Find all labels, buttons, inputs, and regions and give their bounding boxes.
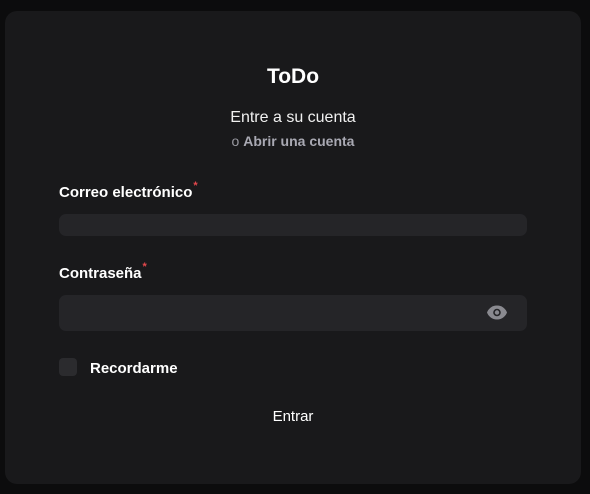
login-button[interactable]: Entrar xyxy=(238,404,348,430)
app-title: ToDo xyxy=(266,65,320,88)
password-label-text: Contraseña xyxy=(59,265,142,282)
email-required-mark: * xyxy=(193,180,198,192)
password-label: Contraseña* xyxy=(59,261,147,282)
eye-icon[interactable] xyxy=(486,304,508,321)
remember-checkbox[interactable] xyxy=(59,358,77,376)
signup-prefix: o xyxy=(231,133,240,149)
signup-link[interactable]: Abrir una cuenta xyxy=(243,133,354,149)
password-field[interactable] xyxy=(59,295,527,331)
remember-label[interactable]: Recordarme xyxy=(90,360,178,377)
email-label: Correo electrónico* xyxy=(59,180,198,201)
email-label-text: Correo electrónico xyxy=(59,184,193,201)
login-card: ToDo Entre a su cuenta o Abrir una cuent… xyxy=(5,11,581,484)
login-subtitle: Entre a su cuenta xyxy=(230,109,356,126)
signup-prompt: o Abrir una cuenta xyxy=(5,133,581,149)
password-required-mark: * xyxy=(142,261,147,273)
email-field[interactable] xyxy=(59,214,527,236)
